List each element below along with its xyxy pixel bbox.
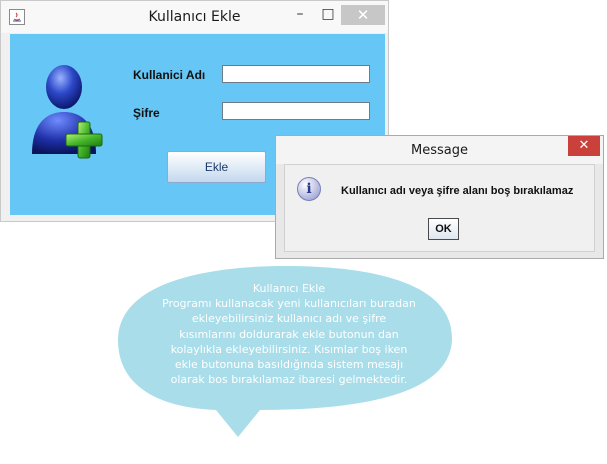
username-field[interactable] [222, 65, 370, 83]
dialog-message: Kullanıcı adı veya şifre alanı boş bırak… [341, 185, 574, 197]
callout-line: ekleyebilirsiniz kullanıcı adı ve şifre [191, 312, 387, 326]
maximize-button[interactable]: □ [316, 5, 340, 25]
message-dialog: Message ✕ i Kullanıcı adı veya şifre ala… [275, 135, 604, 259]
callout-line: kolaylıkla ekleyebilirsiniz. Kısımlar bo… [170, 342, 408, 356]
minimize-button[interactable]: – [286, 5, 314, 25]
password-label: Şifre [133, 106, 160, 120]
password-field[interactable] [222, 102, 370, 120]
ok-button[interactable]: OK [428, 218, 459, 240]
callout-title: Kullanıcı Ekle [252, 282, 326, 295]
callout-text: Kullanıcı Ekle Programı kullanacak yeni … [130, 281, 448, 387]
callout-line: Programı kullanacak yeni kullanıcıları b… [162, 297, 416, 311]
dialog-body: i Kullanıcı adı veya şifre alanı boş bır… [284, 164, 595, 252]
info-icon: i [297, 177, 321, 201]
add-user-icon [32, 65, 103, 159]
close-button[interactable]: ✕ [341, 5, 385, 25]
window-titlebar[interactable]: Kullanıcı Ekle – □ ✕ [1, 1, 388, 33]
dialog-close-button[interactable]: ✕ [568, 136, 600, 156]
dialog-title: Message [411, 143, 468, 158]
username-label: Kullanici Adı [133, 68, 206, 82]
callout-line: olarak bos bırakılamaz ibaresi gelmekted… [170, 373, 408, 387]
dialog-titlebar[interactable]: Message ✕ [276, 136, 603, 164]
callout-line: ekle butonuna basıldığında sistem mesajı [174, 358, 404, 372]
callout-line: kısımlarını doldurarak ekle butonun dan [179, 327, 399, 341]
add-button[interactable]: Ekle [167, 151, 266, 183]
